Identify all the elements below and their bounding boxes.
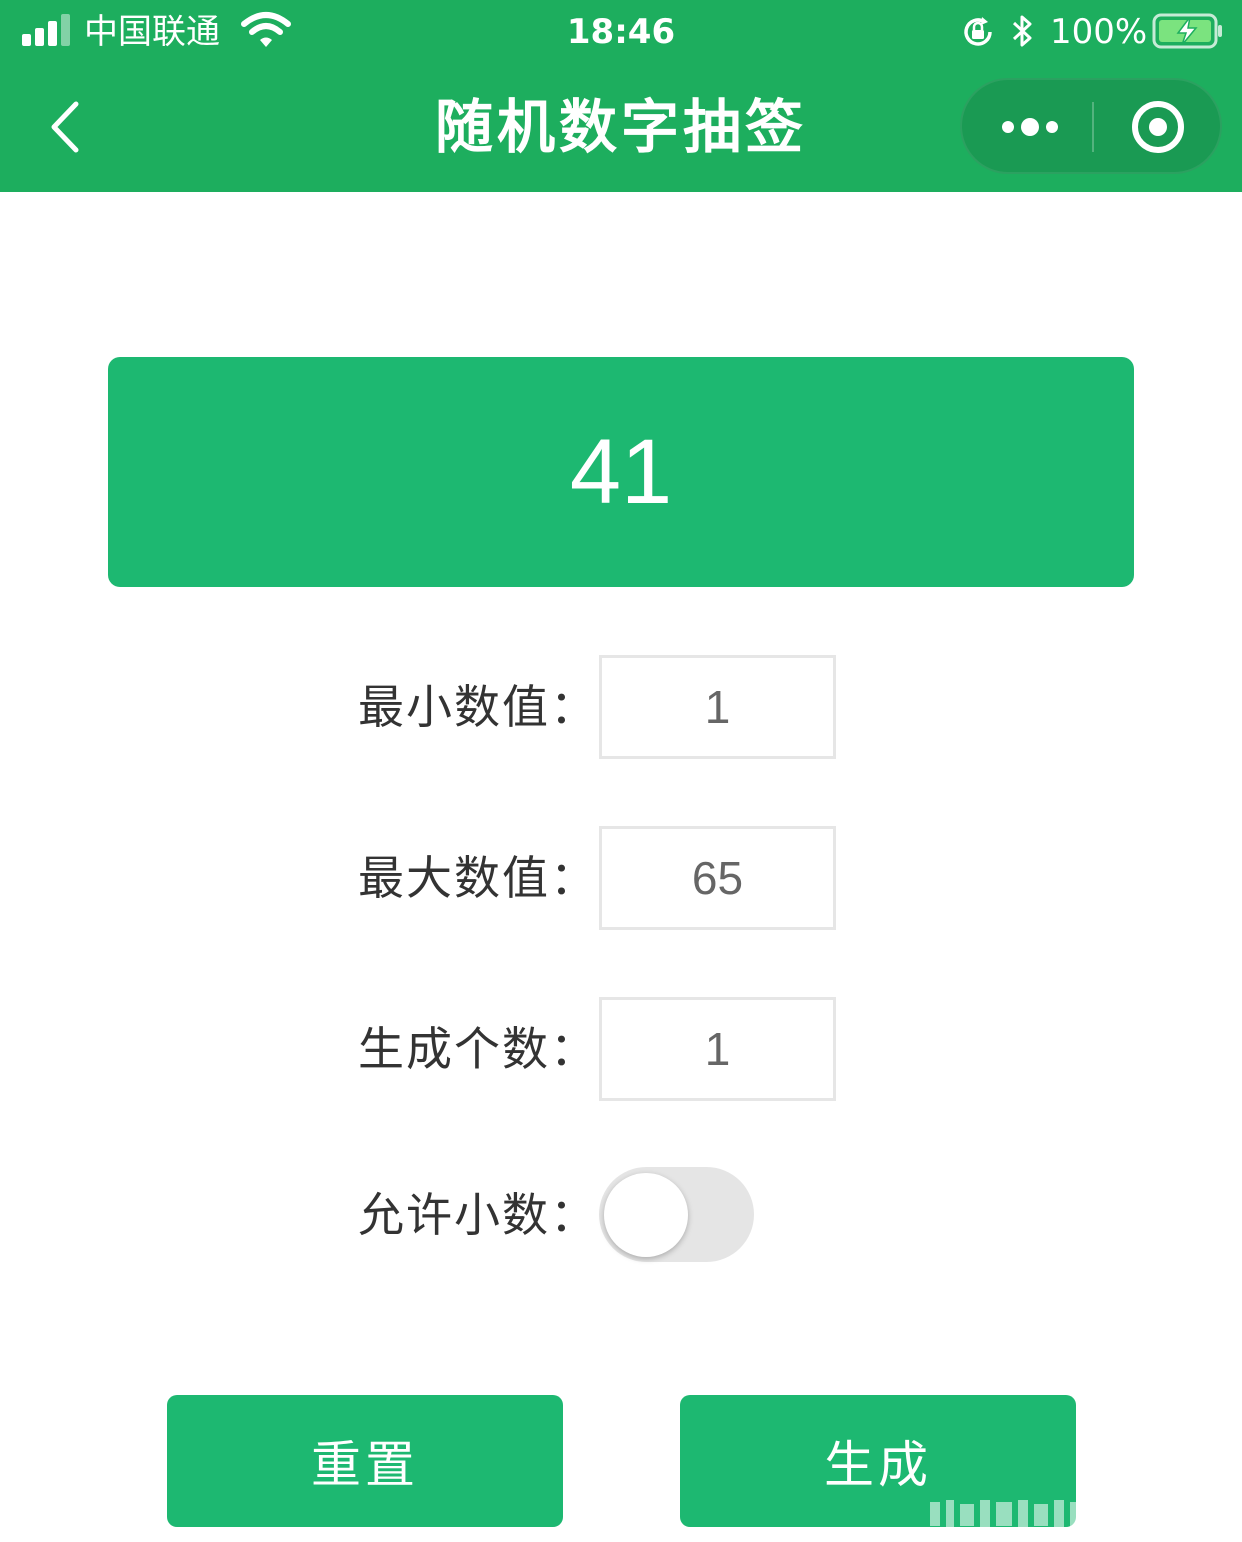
bluetooth-icon xyxy=(1012,15,1032,47)
status-bar: 中国联通 18:46 100% xyxy=(0,0,1242,64)
watermark xyxy=(930,1500,1222,1528)
battery-charging-icon xyxy=(1152,13,1222,49)
mini-program-capsule xyxy=(960,78,1222,174)
rotation-lock-icon xyxy=(964,17,992,46)
result-card: 41 xyxy=(108,357,1134,587)
count-label: 生成个数： xyxy=(358,1022,598,1076)
max-value-label: 最大数值： xyxy=(358,851,598,905)
close-target-icon[interactable] xyxy=(1094,80,1222,172)
nav-bar: 随机数字抽签 xyxy=(0,64,1242,192)
allow-decimal-label: 允许小数： xyxy=(358,1188,598,1242)
battery-percent: 100% xyxy=(1050,12,1148,52)
toggle-knob xyxy=(604,1173,688,1257)
allow-decimal-toggle[interactable] xyxy=(599,1167,754,1262)
min-value-label: 最小数值： xyxy=(358,680,598,734)
result-number: 41 xyxy=(569,420,673,523)
header: 中国联通 18:46 100% 随机数字抽签 xyxy=(0,0,1242,192)
more-icon[interactable] xyxy=(962,80,1092,172)
max-value-input[interactable] xyxy=(599,826,836,930)
min-value-input[interactable] xyxy=(599,655,836,759)
count-input[interactable] xyxy=(599,997,836,1101)
reset-button[interactable]: 重置 xyxy=(167,1395,563,1527)
